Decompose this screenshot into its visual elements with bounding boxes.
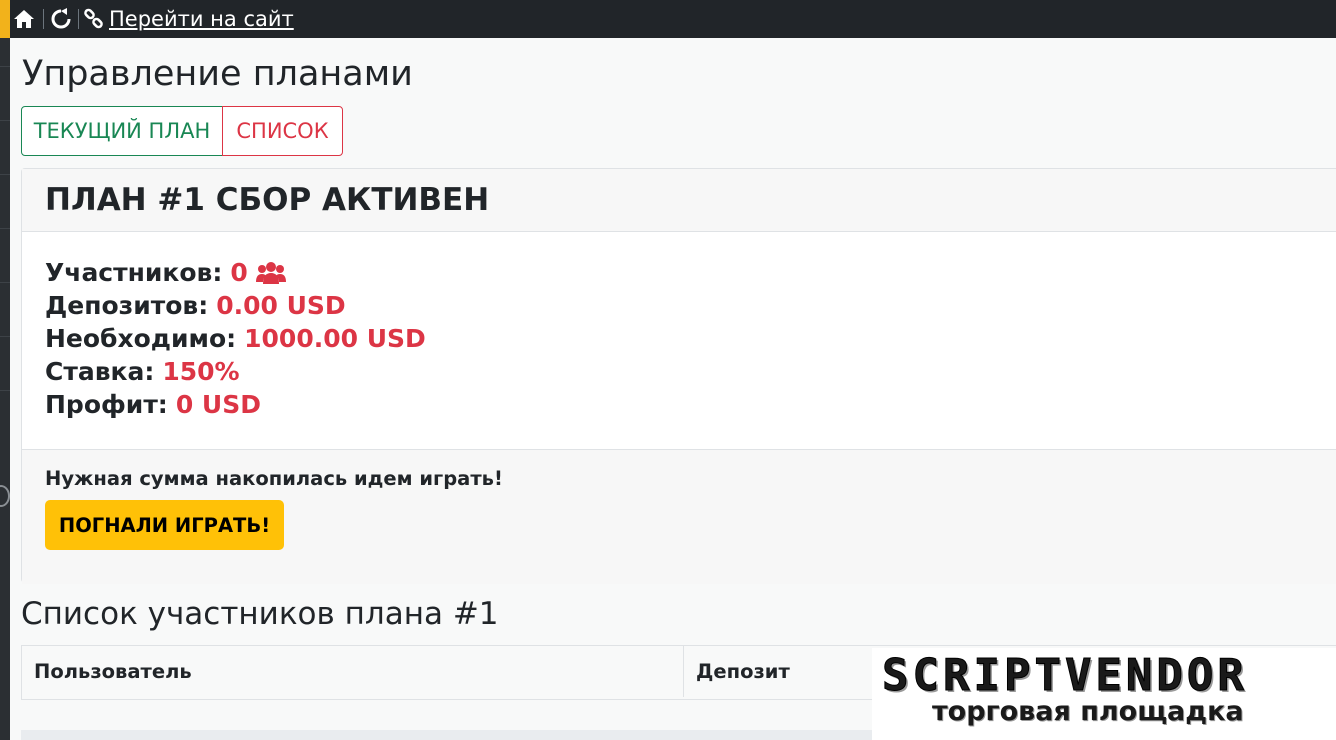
- stat-deposits: Депозитов: 0.00 USD: [45, 289, 426, 322]
- column-header-user[interactable]: Пользователь: [22, 646, 684, 697]
- top-navbar: Перейти на сайт: [0, 0, 1336, 38]
- stat-label: Ставка:: [45, 357, 155, 386]
- link-icon[interactable]: [83, 0, 105, 38]
- stat-participants: Участников: 0: [45, 256, 426, 289]
- stat-required: Необходимо: 1000.00 USD: [45, 322, 426, 355]
- scriptvendor-watermark: SCRIPTVENDOR торговая площадка: [872, 648, 1336, 740]
- stat-profit: Профит: 0 USD: [45, 388, 426, 421]
- tab-current-plan[interactable]: ТЕКУЩИЙ ПЛАН: [21, 106, 223, 156]
- watermark-tagline: торговая площадка: [932, 696, 1244, 727]
- plan-card-footer: Нужная сумма накопилась идем играть! ПОГ…: [22, 449, 1336, 584]
- stat-rate: Ставка: 150%: [45, 355, 426, 388]
- sidebar-divider: [0, 336, 10, 337]
- sidebar-divider: [0, 390, 10, 391]
- plan-card-header: ПЛАН #1 СБОР АКТИВЕН: [22, 169, 1336, 232]
- stat-label: Депозитов:: [45, 291, 209, 320]
- refresh-icon[interactable]: [48, 0, 74, 38]
- plan-card: ПЛАН #1 СБОР АКТИВЕН Участников: 0 Депоз…: [21, 168, 1336, 584]
- stat-label: Участников:: [45, 258, 223, 287]
- sidebar-divider: [0, 282, 10, 283]
- stat-value: 0: [230, 258, 248, 287]
- stat-value: 150%: [162, 357, 240, 386]
- plan-title: ПЛАН #1 СБОР АКТИВЕН: [45, 182, 490, 218]
- plan-card-body: Участников: 0 Депозитов: 0.00 USD Необхо…: [22, 232, 1336, 449]
- sidebar-toggle-icon[interactable]: [0, 485, 10, 507]
- participants-title: Список участников плана #1: [21, 596, 499, 632]
- topbar-divider: [78, 9, 79, 29]
- left-sidebar-edge: [0, 38, 10, 740]
- sidebar-divider: [0, 174, 10, 175]
- stat-label: Необходимо:: [45, 324, 237, 353]
- sidebar-divider: [0, 120, 10, 121]
- stat-value: 0 USD: [175, 390, 261, 419]
- watermark-brand: SCRIPTVENDOR: [882, 650, 1248, 702]
- play-button[interactable]: ПОГНАЛИ ИГРАТЬ!: [45, 500, 284, 550]
- stat-label: Профит:: [45, 390, 168, 419]
- sidebar-divider: [0, 66, 10, 67]
- ready-message: Нужная сумма накопилась идем играть!: [45, 467, 503, 490]
- plan-stats: Участников: 0 Депозитов: 0.00 USD Необхо…: [45, 256, 426, 421]
- sidebar-divider: [0, 228, 10, 229]
- main-content: Управление планами ТЕКУЩИЙ ПЛАН СПИСОК П…: [10, 38, 1336, 740]
- page-title: Управление планами: [22, 54, 413, 94]
- stat-value: 0.00 USD: [216, 291, 346, 320]
- tab-list[interactable]: СПИСОК: [222, 106, 343, 156]
- users-icon: [255, 261, 286, 285]
- goto-site-link[interactable]: Перейти на сайт: [109, 7, 294, 31]
- topbar-divider: [43, 9, 44, 29]
- stat-value: 1000.00 USD: [244, 324, 426, 353]
- plan-tabs: ТЕКУЩИЙ ПЛАН СПИСОК: [21, 106, 343, 156]
- home-icon[interactable]: [9, 0, 39, 38]
